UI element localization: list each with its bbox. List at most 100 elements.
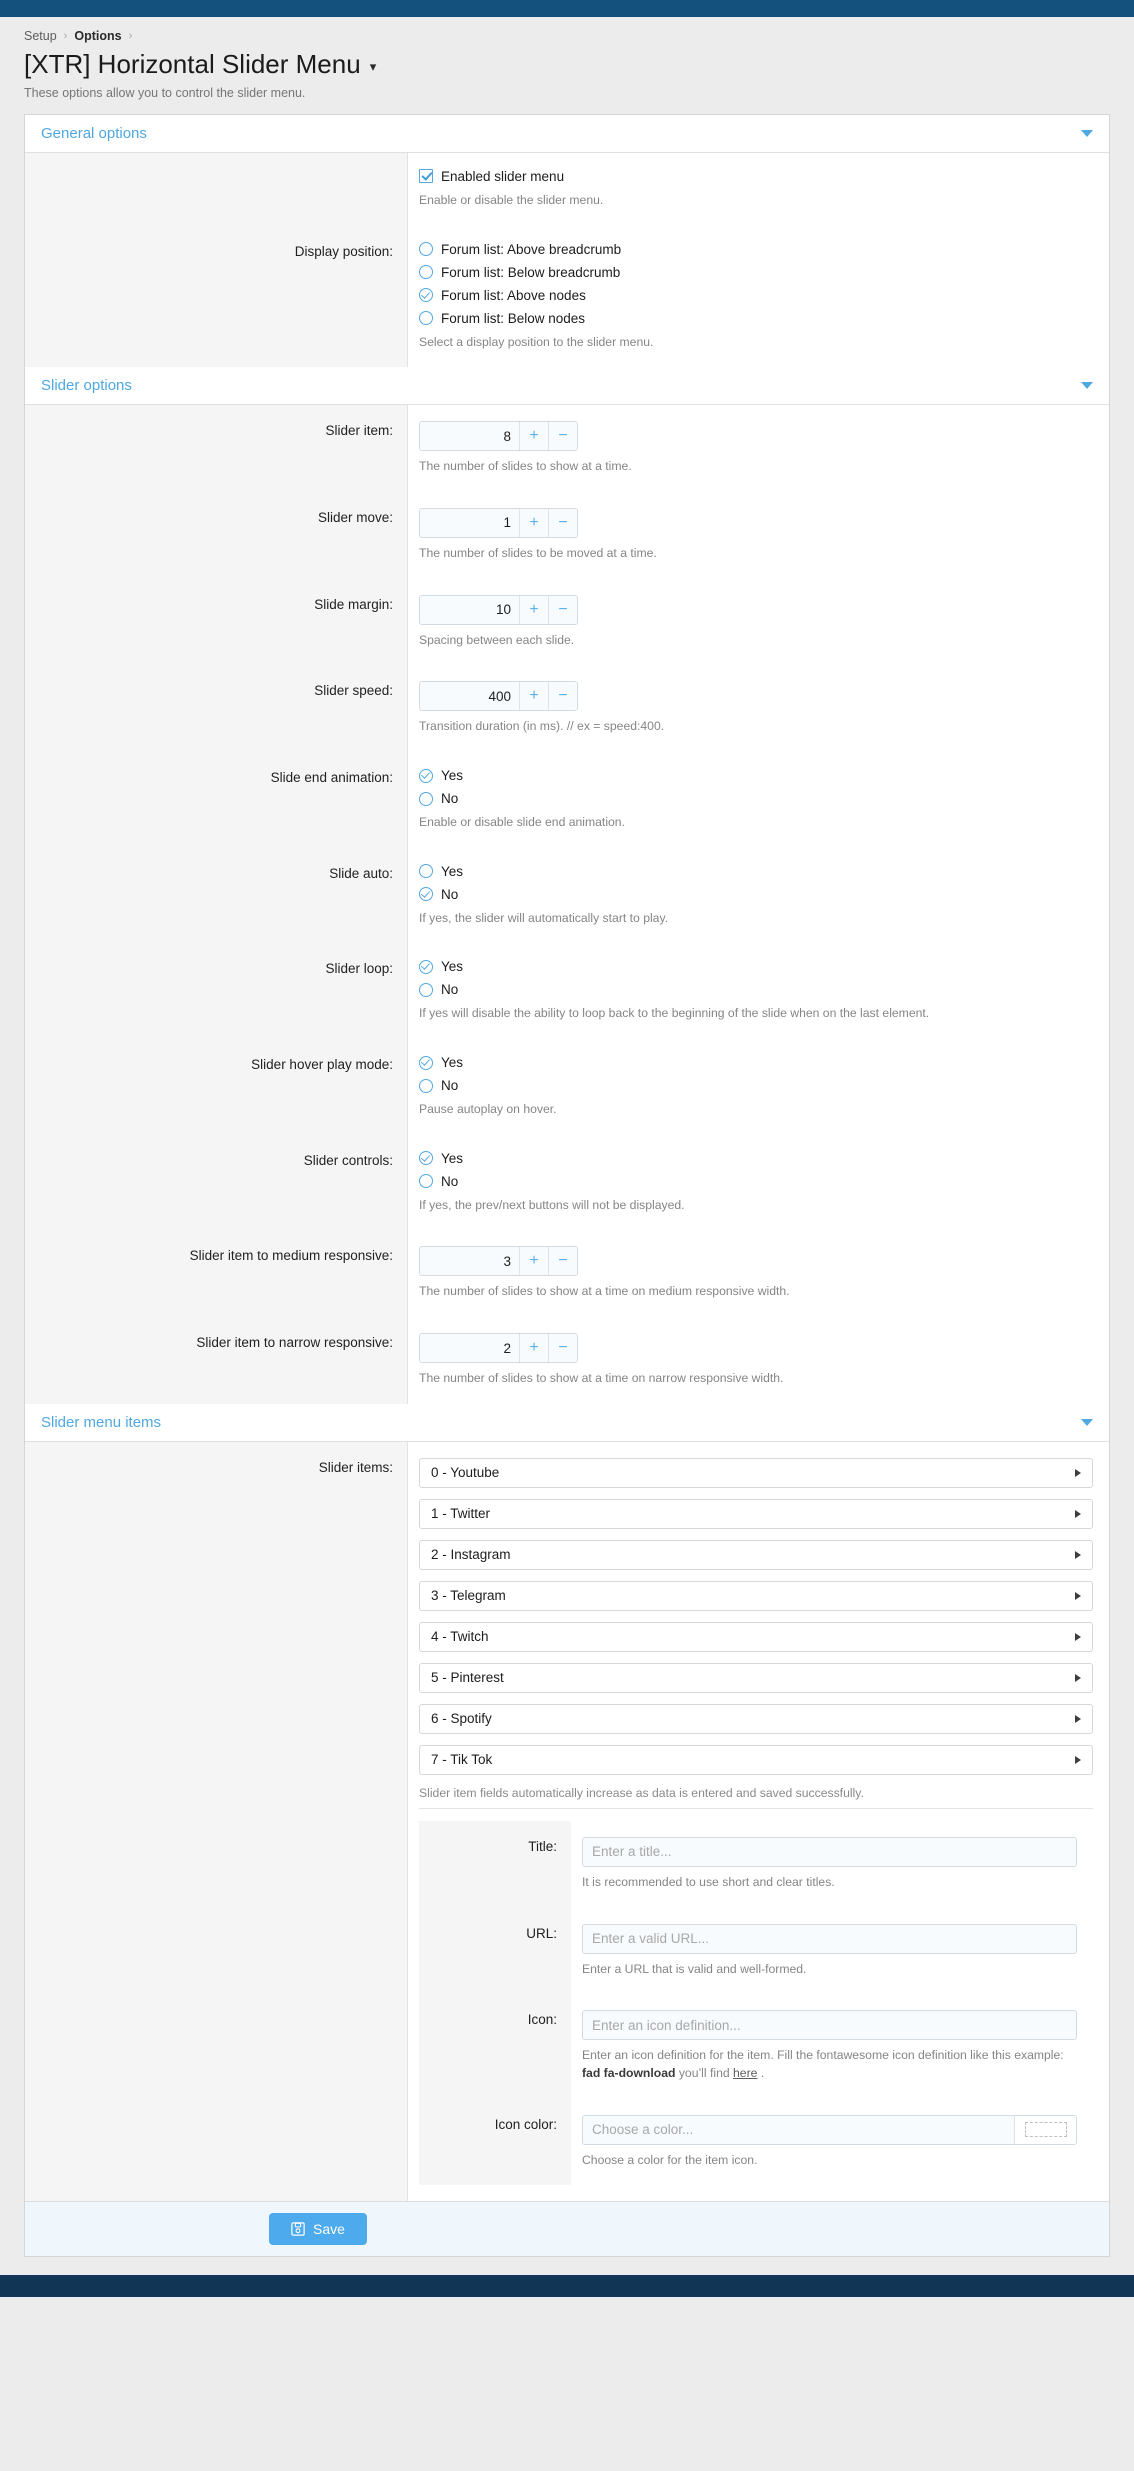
decrement-button[interactable]: −	[548, 682, 577, 711]
color-picker-field[interactable]	[582, 2114, 1077, 2145]
row-slide-margin: Slide margin: + − Spacing between each s…	[25, 578, 1109, 666]
radio-forum-list-above-nodes[interactable]: Forum list: Above nodes	[419, 288, 1093, 303]
chevron-right-icon[interactable]	[1075, 1755, 1081, 1764]
checkbox-icon[interactable]	[419, 169, 433, 184]
list-item[interactable]: 1 - Twitter	[419, 1498, 1093, 1529]
stepper-slider-item[interactable]: + −	[419, 421, 578, 452]
list-item[interactable]: 0 - Youtube	[419, 1457, 1093, 1488]
row-slider-hover-play-mode: Slider hover play mode: Yes No Pause aut…	[25, 1039, 1109, 1135]
radio-icon-selected[interactable]	[419, 887, 433, 902]
increment-button[interactable]: +	[519, 1334, 548, 1363]
section-title-general-options: General options	[41, 124, 147, 142]
radio-icon[interactable]	[419, 1078, 433, 1093]
increment-button[interactable]: +	[519, 508, 548, 537]
increment-button[interactable]: +	[519, 682, 548, 711]
chevron-right-icon[interactable]	[1075, 1591, 1081, 1600]
radio-icon-selected[interactable]	[419, 288, 433, 303]
radio-slider-loop-yes[interactable]: Yes	[419, 959, 1093, 974]
stepper-slider-speed[interactable]: + −	[419, 681, 578, 712]
radio-icon[interactable]	[419, 1174, 433, 1189]
row-narrow-responsive: Slider item to narrow responsive: + − Th…	[25, 1317, 1109, 1404]
radio-icon[interactable]	[419, 982, 433, 997]
radio-slider-hover-play-mode-yes[interactable]: Yes	[419, 1055, 1093, 1070]
radio-icon[interactable]	[419, 864, 433, 879]
title-input[interactable]	[582, 1836, 1077, 1867]
radio-slider-hover-play-mode-no[interactable]: No	[419, 1078, 1093, 1093]
url-input[interactable]	[582, 1923, 1077, 1954]
radio-icon-selected[interactable]	[419, 959, 433, 974]
section-header-slider-menu-items[interactable]: Slider menu items	[25, 1403, 1109, 1442]
row-label-medium-responsive: Slider item to medium responsive:	[25, 1230, 408, 1318]
row-label-item-title: Title:	[419, 1820, 571, 1908]
stepper-slide-margin[interactable]: + −	[419, 594, 578, 625]
radio-icon[interactable]	[419, 791, 433, 806]
list-item[interactable]: 4 - Twitch	[419, 1621, 1093, 1652]
medium-responsive-input[interactable]	[420, 1247, 519, 1276]
chevron-right-icon[interactable]	[1075, 1714, 1081, 1723]
radio-slide-end-animation-no[interactable]: No	[419, 791, 1093, 806]
stepper-slider-move[interactable]: + −	[419, 507, 578, 538]
chevron-right-icon[interactable]	[1075, 1509, 1081, 1518]
radio-icon[interactable]	[419, 265, 433, 280]
radio-slide-auto-yes[interactable]: Yes	[419, 864, 1093, 879]
slider-speed-input[interactable]	[420, 682, 519, 711]
list-item[interactable]: 6 - Spotify	[419, 1703, 1093, 1734]
radio-slide-auto-no[interactable]: No	[419, 887, 1093, 902]
radio-forum-list-below-breadcrumb[interactable]: Forum list: Below breadcrumb	[419, 265, 1093, 280]
radio-forum-list-above-breadcrumb[interactable]: Forum list: Above breadcrumb	[419, 242, 1093, 257]
increment-button[interactable]: +	[519, 595, 548, 624]
radio-slider-loop-no[interactable]: No	[419, 982, 1093, 997]
slide-margin-input[interactable]	[420, 595, 519, 624]
icon-input[interactable]	[582, 2010, 1077, 2041]
section-header-general-options[interactable]: General options	[25, 114, 1109, 153]
hint-icon-part-a: Enter an icon definition for the item. F…	[582, 2048, 1064, 2063]
breadcrumb-item-setup[interactable]: Setup	[24, 29, 57, 43]
radio-slider-controls-yes[interactable]: Yes	[419, 1151, 1093, 1166]
radio-icon[interactable]	[419, 311, 433, 326]
row-item-url: URL: Enter a URL that is valid and well-…	[419, 1907, 1093, 1995]
chevron-down-icon[interactable]: ▾	[370, 60, 377, 73]
radio-icon-selected[interactable]	[419, 768, 433, 783]
decrement-button[interactable]: −	[548, 422, 577, 451]
icon-color-input[interactable]	[583, 2115, 1014, 2144]
chevron-right-icon[interactable]	[1075, 1632, 1081, 1641]
narrow-responsive-input[interactable]	[420, 1334, 519, 1363]
decrement-button[interactable]: −	[548, 1334, 577, 1363]
slider-move-input[interactable]	[420, 508, 519, 537]
stepper-narrow-responsive[interactable]: + −	[419, 1333, 578, 1364]
radio-slider-controls-no[interactable]: No	[419, 1174, 1093, 1189]
color-swatch-button[interactable]	[1014, 2115, 1076, 2144]
radio-forum-list-below-nodes[interactable]: Forum list: Below nodes	[419, 311, 1093, 326]
decrement-button[interactable]: −	[548, 595, 577, 624]
list-item[interactable]: 7 - Tik Tok	[419, 1744, 1093, 1775]
increment-button[interactable]: +	[519, 1247, 548, 1276]
radio-label: Forum list: Below breadcrumb	[441, 264, 621, 280]
radio-slide-end-animation-yes[interactable]: Yes	[419, 768, 1093, 783]
fontawesome-here-link[interactable]: here	[733, 2066, 757, 2080]
decrement-button[interactable]: −	[548, 1247, 577, 1276]
list-item[interactable]: 5 - Pinterest	[419, 1662, 1093, 1693]
checkbox-enabled-slider-menu[interactable]: Enabled slider menu	[419, 169, 1093, 184]
radio-icon[interactable]	[419, 242, 433, 257]
slider-item-input[interactable]	[420, 422, 519, 451]
decrement-button[interactable]: −	[548, 508, 577, 537]
row-label-slider-loop: Slider loop:	[25, 943, 408, 1040]
list-item[interactable]: 3 - Telegram	[419, 1580, 1093, 1611]
list-item[interactable]: 2 - Instagram	[419, 1539, 1093, 1570]
hint-icon-part-c: you’ll find	[675, 2065, 734, 2080]
chevron-down-icon[interactable]	[1081, 129, 1093, 137]
breadcrumb-item-options[interactable]: Options	[74, 29, 121, 43]
chevron-right-icon[interactable]	[1075, 1673, 1081, 1682]
save-button[interactable]: Save	[269, 2213, 367, 2246]
chevron-down-icon[interactable]	[1081, 382, 1093, 390]
row-slider-controls: Slider controls: Yes No If yes, the prev…	[25, 1134, 1109, 1231]
radio-icon-selected[interactable]	[419, 1151, 433, 1166]
section-header-slider-options[interactable]: Slider options	[25, 367, 1109, 406]
chevron-right-icon[interactable]	[1075, 1550, 1081, 1559]
row-body-slider-item: + − The number of slides to show at a ti…	[408, 405, 1109, 492]
stepper-medium-responsive[interactable]: + −	[419, 1246, 578, 1277]
increment-button[interactable]: +	[519, 422, 548, 451]
chevron-right-icon[interactable]	[1075, 1468, 1081, 1477]
chevron-down-icon[interactable]	[1081, 1418, 1093, 1426]
radio-icon-selected[interactable]	[419, 1055, 433, 1070]
